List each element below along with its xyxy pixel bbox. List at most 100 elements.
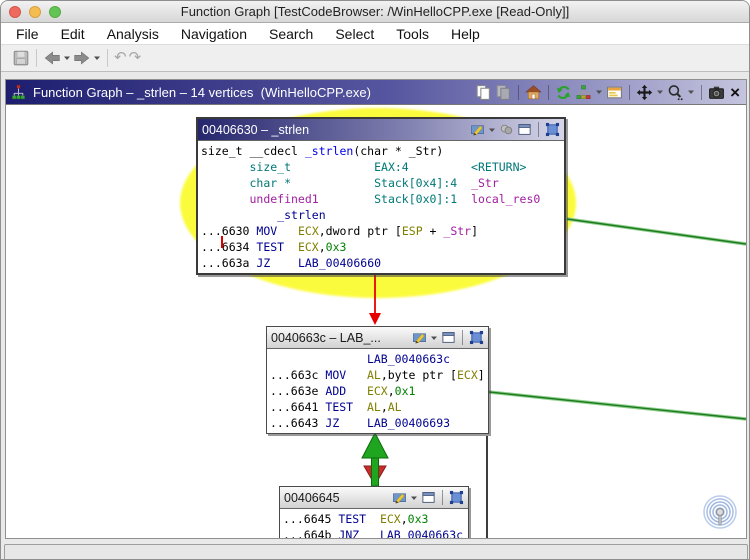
menu-file[interactable]: File bbox=[5, 23, 50, 45]
code-token: ...663e bbox=[270, 384, 325, 398]
code-token: LAB_00406660 bbox=[298, 256, 381, 270]
block-header[interactable]: 00406630 – _strlen bbox=[198, 119, 564, 141]
code-token bbox=[201, 208, 277, 222]
separator bbox=[548, 85, 549, 100]
group-icon[interactable] bbox=[499, 122, 514, 137]
menu-navigation[interactable]: Navigation bbox=[170, 23, 258, 45]
code-line[interactable]: LAB_0040663c bbox=[270, 351, 485, 367]
code-token: EAX:4 bbox=[374, 160, 409, 174]
menu-tools[interactable]: Tools bbox=[385, 23, 440, 45]
code-token: ...6634 bbox=[201, 240, 256, 254]
code-token: TEST bbox=[325, 400, 353, 414]
edit-icon[interactable] bbox=[412, 330, 427, 345]
paste-icon[interactable] bbox=[495, 84, 512, 101]
dropdown-icon[interactable] bbox=[410, 490, 418, 506]
select-icon[interactable] bbox=[469, 330, 484, 345]
code-token: 6630 bbox=[222, 224, 257, 238]
dropdown-icon[interactable] bbox=[93, 50, 101, 66]
graph-block-0040663c[interactable]: 0040663c – LAB_... LAB_0040663c...663c M… bbox=[266, 326, 489, 434]
code-line[interactable]: ...6630 MOV ECX,dword ptr [ESP + _Str] bbox=[201, 223, 561, 239]
code-line[interactable]: undefined1 Stack[0x0]:1 local_res0 bbox=[201, 191, 561, 207]
edit-icon[interactable] bbox=[392, 490, 407, 505]
refresh-icon[interactable] bbox=[555, 84, 572, 101]
menu-help[interactable]: Help bbox=[440, 23, 491, 45]
back-icon[interactable] bbox=[43, 49, 61, 67]
code-line[interactable]: ...663c MOV AL,byte ptr [ECX] bbox=[270, 367, 485, 383]
code-line[interactable]: ...6643 JZ LAB_00406693 bbox=[270, 415, 485, 431]
title-bar: Function Graph [TestCodeBrowser: /WinHel… bbox=[1, 1, 749, 23]
forward-icon[interactable] bbox=[73, 49, 91, 67]
edit-icon[interactable] bbox=[470, 122, 485, 137]
menu-analysis[interactable]: Analysis bbox=[96, 23, 170, 45]
nav-cross-icon[interactable] bbox=[636, 84, 653, 101]
code-line[interactable]: size_t __cdecl _strlen(char * _Str) bbox=[201, 143, 561, 159]
dropdown-icon[interactable] bbox=[687, 84, 695, 100]
code-token: char * bbox=[249, 176, 291, 190]
code-line[interactable]: ...6645 TEST ECX,0x3 bbox=[283, 511, 465, 527]
separator bbox=[629, 85, 630, 100]
code-token bbox=[201, 176, 249, 190]
select-icon[interactable] bbox=[449, 490, 464, 505]
code-line[interactable]: ...663e ADD ECX,0x1 bbox=[270, 383, 485, 399]
function-graph-panel-header[interactable]: Function Graph – _strlen – 14 vertices (… bbox=[6, 80, 746, 105]
code-token: ...6641 bbox=[270, 400, 325, 414]
code-token: LAB_0040663c bbox=[367, 352, 450, 366]
code-token: ...663c bbox=[270, 368, 325, 382]
redo-icon[interactable]: ↷ bbox=[129, 50, 142, 66]
window-icon[interactable] bbox=[441, 330, 456, 345]
code-token: 0x3 bbox=[408, 512, 429, 526]
layout-icon[interactable] bbox=[575, 84, 592, 101]
dropdown-icon[interactable] bbox=[488, 122, 496, 138]
satellite-view-icon[interactable] bbox=[700, 494, 740, 534]
close-button[interactable] bbox=[9, 6, 21, 18]
code-line[interactable]: ...663a JZ LAB_00406660 bbox=[201, 255, 561, 271]
block-title: 00406645 bbox=[284, 491, 340, 505]
close-panel-icon[interactable]: × bbox=[728, 84, 742, 101]
code-token: ...664b bbox=[283, 528, 338, 538]
graph-block-00406645[interactable]: 00406645 ...6645 TEST ECX,0x3...664b JNZ… bbox=[279, 486, 469, 538]
menu-select[interactable]: Select bbox=[324, 23, 385, 45]
graph-block-00406630[interactable]: 00406630 – _strlen size_t __cdecl _strle… bbox=[196, 117, 566, 275]
block-code-listing[interactable]: ...6645 TEST ECX,0x3...664b JNZ LAB_0040… bbox=[280, 509, 468, 538]
save-icon[interactable] bbox=[12, 49, 30, 67]
code-token: undefined1 bbox=[249, 192, 318, 206]
copy-icon[interactable] bbox=[475, 84, 492, 101]
code-token: size_t __cdecl bbox=[201, 144, 305, 158]
code-line[interactable]: size_t EAX:4 <RETURN> bbox=[201, 159, 561, 175]
code-token bbox=[366, 512, 380, 526]
magnifier-icon[interactable] bbox=[667, 84, 684, 101]
dropdown-icon[interactable] bbox=[656, 84, 664, 100]
block-view-icon[interactable] bbox=[606, 84, 623, 101]
home-icon[interactable] bbox=[525, 84, 542, 101]
code-line[interactable]: char * Stack[0x4]:4 _Str bbox=[201, 175, 561, 191]
dropdown-icon[interactable] bbox=[430, 330, 438, 346]
menu-edit[interactable]: Edit bbox=[50, 23, 96, 45]
block-code-listing[interactable]: LAB_0040663c...663c MOV AL,byte ptr [ECX… bbox=[267, 349, 488, 433]
separator bbox=[538, 122, 539, 137]
code-line[interactable]: ...664b JNZ LAB_0040663c bbox=[283, 527, 465, 538]
dropdown-icon[interactable] bbox=[595, 84, 603, 100]
code-token: ECX bbox=[298, 240, 319, 254]
window-icon[interactable] bbox=[517, 122, 532, 137]
code-token: (char * _Str) bbox=[353, 144, 443, 158]
code-token: MOV bbox=[256, 224, 277, 238]
menu-search[interactable]: Search bbox=[258, 23, 324, 45]
minimize-button[interactable] bbox=[29, 6, 41, 18]
code-token: LAB_00406693 bbox=[367, 416, 450, 430]
separator bbox=[442, 490, 443, 505]
code-token bbox=[319, 192, 374, 206]
camera-icon[interactable] bbox=[708, 84, 725, 101]
dropdown-icon[interactable] bbox=[63, 50, 71, 66]
code-line[interactable]: _strlen bbox=[201, 207, 561, 223]
graph-canvas[interactable]: 00406630 – _strlen size_t __cdecl _strle… bbox=[6, 105, 746, 538]
block-header[interactable]: 00406645 bbox=[280, 487, 468, 509]
block-header[interactable]: 0040663c – LAB_... bbox=[267, 327, 488, 349]
window-icon[interactable] bbox=[421, 490, 436, 505]
block-code-listing[interactable]: size_t __cdecl _strlen(char * _Str) size… bbox=[198, 141, 564, 273]
code-token: + bbox=[423, 224, 444, 238]
undo-icon[interactable]: ↶ bbox=[114, 50, 127, 66]
code-line[interactable]: ...6634 TEST ECX,0x3 bbox=[201, 239, 561, 255]
select-icon[interactable] bbox=[545, 122, 560, 137]
code-line[interactable]: ...6641 TEST AL,AL bbox=[270, 399, 485, 415]
zoom-button[interactable] bbox=[49, 6, 61, 18]
